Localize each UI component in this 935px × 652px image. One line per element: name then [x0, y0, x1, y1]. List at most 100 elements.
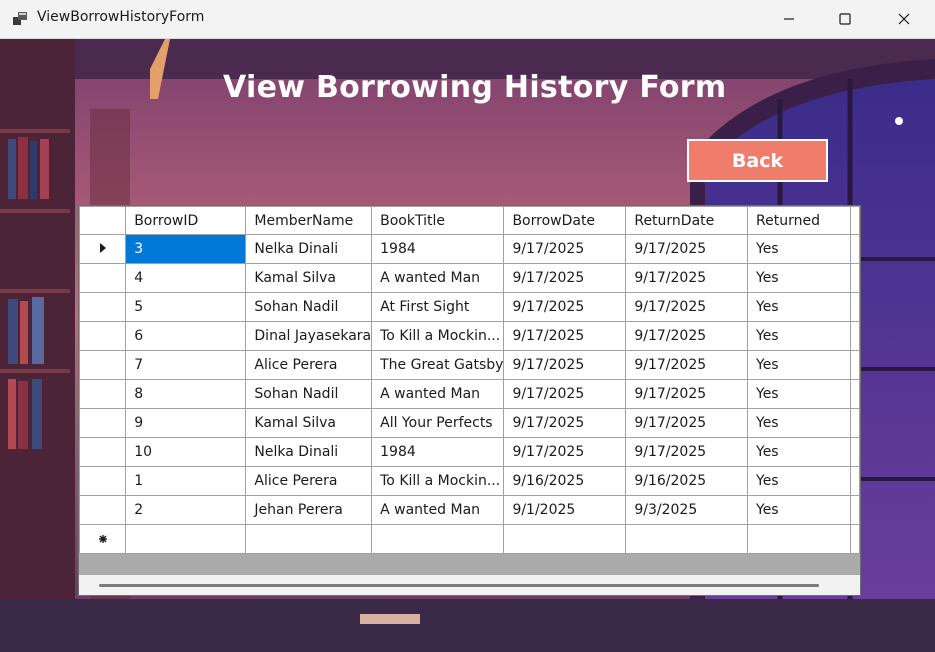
table-cell[interactable]: 9/17/2025 — [625, 263, 748, 293]
row-header-cell[interactable] — [79, 408, 127, 438]
column-header-booktitle[interactable]: BookTitle — [371, 206, 505, 235]
table-cell[interactable]: Jehan Perera — [245, 495, 373, 525]
table-cell[interactable]: 2 — [125, 495, 247, 525]
table-row[interactable]: 10 Nelka Dinali 1984 9/17/2025 9/17/2025 Yes — [79, 437, 860, 467]
table-cell[interactable]: 5 — [125, 292, 247, 322]
new-row[interactable] — [79, 524, 860, 554]
table-cell[interactable]: Alice Perera — [245, 350, 373, 380]
minimize-button[interactable] — [760, 0, 818, 38]
table-row[interactable]: 6 Dinal Jayasekara To Kill a Mockin... 9/17… — [79, 321, 860, 351]
row-header-cell[interactable] — [79, 234, 127, 264]
table-cell[interactable] — [245, 524, 373, 554]
table-cell[interactable]: Nelka Dinali — [245, 234, 373, 264]
table-cell[interactable]: To Kill a Mockin... — [371, 321, 505, 351]
row-header-cell[interactable] — [79, 466, 127, 496]
table-cell[interactable]: 1984 — [371, 437, 505, 467]
table-row[interactable]: 1 Alice Perera To Kill a Mockin... 9/16/202… — [79, 466, 860, 496]
table-cell[interactable]: 9/17/2025 — [503, 379, 627, 409]
row-header-cell[interactable] — [79, 321, 127, 351]
table-cell[interactable]: Kamal Silva — [245, 263, 373, 293]
table-cell[interactable]: A wanted Man — [371, 263, 505, 293]
table-cell[interactable]: 9/17/2025 — [625, 350, 748, 380]
row-header-cell[interactable] — [79, 437, 127, 467]
table-cell[interactable]: A wanted Man — [371, 495, 505, 525]
table-cell[interactable]: 9/17/2025 — [503, 408, 627, 438]
table-cell[interactable]: At First Sight — [371, 292, 505, 322]
borrow-history-grid[interactable]: BorrowID MemberName BookTitle BorrowDate… — [78, 205, 861, 596]
table-cell[interactable]: 7 — [125, 350, 247, 380]
back-button[interactable]: Back — [687, 139, 828, 182]
table-cell[interactable] — [625, 524, 748, 554]
table-cell[interactable] — [503, 524, 627, 554]
table-cell[interactable]: 3 — [125, 234, 247, 264]
table-cell[interactable]: Yes — [747, 466, 851, 496]
table-cell[interactable]: To Kill a Mockin... — [371, 466, 505, 496]
table-cell[interactable]: 9 — [125, 408, 247, 438]
table-cell[interactable]: 9/17/2025 — [503, 350, 627, 380]
table-cell[interactable]: 9/17/2025 — [625, 321, 748, 351]
table-row[interactable]: 7 Alice Perera The Great Gatsby 9/17/2025 9/… — [79, 350, 860, 380]
table-cell[interactable]: Yes — [747, 379, 851, 409]
table-cell[interactable]: Yes — [747, 263, 851, 293]
table-cell[interactable]: 1 — [125, 466, 247, 496]
table-cell[interactable] — [371, 524, 505, 554]
table-row[interactable]: 2 Jehan Perera A wanted Man 9/1/2025 9/3/202… — [79, 495, 860, 525]
table-cell[interactable]: 9/17/2025 — [625, 379, 748, 409]
table-cell[interactable]: 6 — [125, 321, 247, 351]
table-cell[interactable]: 9/17/2025 — [503, 292, 627, 322]
table-cell[interactable]: 9/17/2025 — [625, 437, 748, 467]
table-cell[interactable]: All Your Perfects — [371, 408, 505, 438]
column-header-returned[interactable]: Returned — [747, 206, 851, 235]
table-cell[interactable]: Kamal Silva — [245, 408, 373, 438]
table-cell[interactable]: 9/17/2025 — [625, 234, 748, 264]
table-cell[interactable]: Dinal Jayasekara — [245, 321, 373, 351]
table-cell[interactable]: Yes — [747, 292, 851, 322]
table-cell[interactable]: 10 — [125, 437, 247, 467]
column-header-borrowdate[interactable]: BorrowDate — [503, 206, 627, 235]
table-cell[interactable]: Nelka Dinali — [245, 437, 373, 467]
column-header-returndate[interactable]: ReturnDate — [625, 206, 748, 235]
table-cell[interactable]: 1984 — [371, 234, 505, 264]
row-header-cell[interactable] — [79, 292, 127, 322]
corner-header-cell[interactable] — [79, 206, 127, 235]
table-row[interactable]: 9 Kamal Silva All Your Perfects 9/17/2025 9/… — [79, 408, 860, 438]
maximize-button[interactable] — [816, 0, 874, 38]
table-cell[interactable]: Sohan Nadil — [245, 292, 373, 322]
table-row[interactable]: 4 Kamal Silva A wanted Man 9/17/2025 9/17/20… — [79, 263, 860, 293]
row-header-cell[interactable] — [79, 263, 127, 293]
row-header-cell[interactable] — [79, 495, 127, 525]
table-cell[interactable]: The Great Gatsby — [371, 350, 505, 380]
scrollbar-thumb[interactable] — [99, 584, 819, 587]
table-cell[interactable]: Sohan Nadil — [245, 379, 373, 409]
close-button[interactable] — [875, 0, 933, 38]
table-cell[interactable]: 8 — [125, 379, 247, 409]
table-cell[interactable]: 9/17/2025 — [503, 263, 627, 293]
horizontal-scrollbar[interactable] — [79, 575, 860, 595]
table-cell[interactable]: 9/17/2025 — [503, 234, 627, 264]
table-row[interactable]: 3 Nelka Dinali 1984 9/17/2025 9/17/2025 Yes — [79, 234, 860, 264]
column-header-borrowid[interactable]: BorrowID — [125, 206, 247, 235]
table-row[interactable]: 5 Sohan Nadil At First Sight 9/17/2025 9/17/… — [79, 292, 860, 322]
table-cell[interactable]: 9/17/2025 — [625, 408, 748, 438]
row-header-cell[interactable] — [79, 379, 127, 409]
table-cell[interactable]: Yes — [747, 408, 851, 438]
table-cell[interactable]: 9/3/2025 — [625, 495, 748, 525]
table-cell[interactable]: 9/16/2025 — [503, 466, 627, 496]
table-cell[interactable]: Yes — [747, 437, 851, 467]
table-cell[interactable]: 9/17/2025 — [503, 437, 627, 467]
table-cell[interactable]: Alice Perera — [245, 466, 373, 496]
table-cell[interactable] — [125, 524, 247, 554]
table-cell[interactable]: 9/16/2025 — [625, 466, 748, 496]
table-cell[interactable]: A wanted Man — [371, 379, 505, 409]
column-header-membername[interactable]: MemberName — [245, 206, 373, 235]
table-cell[interactable]: Yes — [747, 495, 851, 525]
table-cell[interactable]: Yes — [747, 321, 851, 351]
row-header-cell[interactable] — [79, 524, 127, 554]
table-cell[interactable]: 9/1/2025 — [503, 495, 627, 525]
table-row[interactable]: 8 Sohan Nadil A wanted Man 9/17/2025 9/17/20… — [79, 379, 860, 409]
table-cell[interactable]: 4 — [125, 263, 247, 293]
table-cell[interactable]: 9/17/2025 — [625, 292, 748, 322]
table-cell[interactable] — [747, 524, 851, 554]
table-cell[interactable]: Yes — [747, 350, 851, 380]
table-cell[interactable]: 9/17/2025 — [503, 321, 627, 351]
